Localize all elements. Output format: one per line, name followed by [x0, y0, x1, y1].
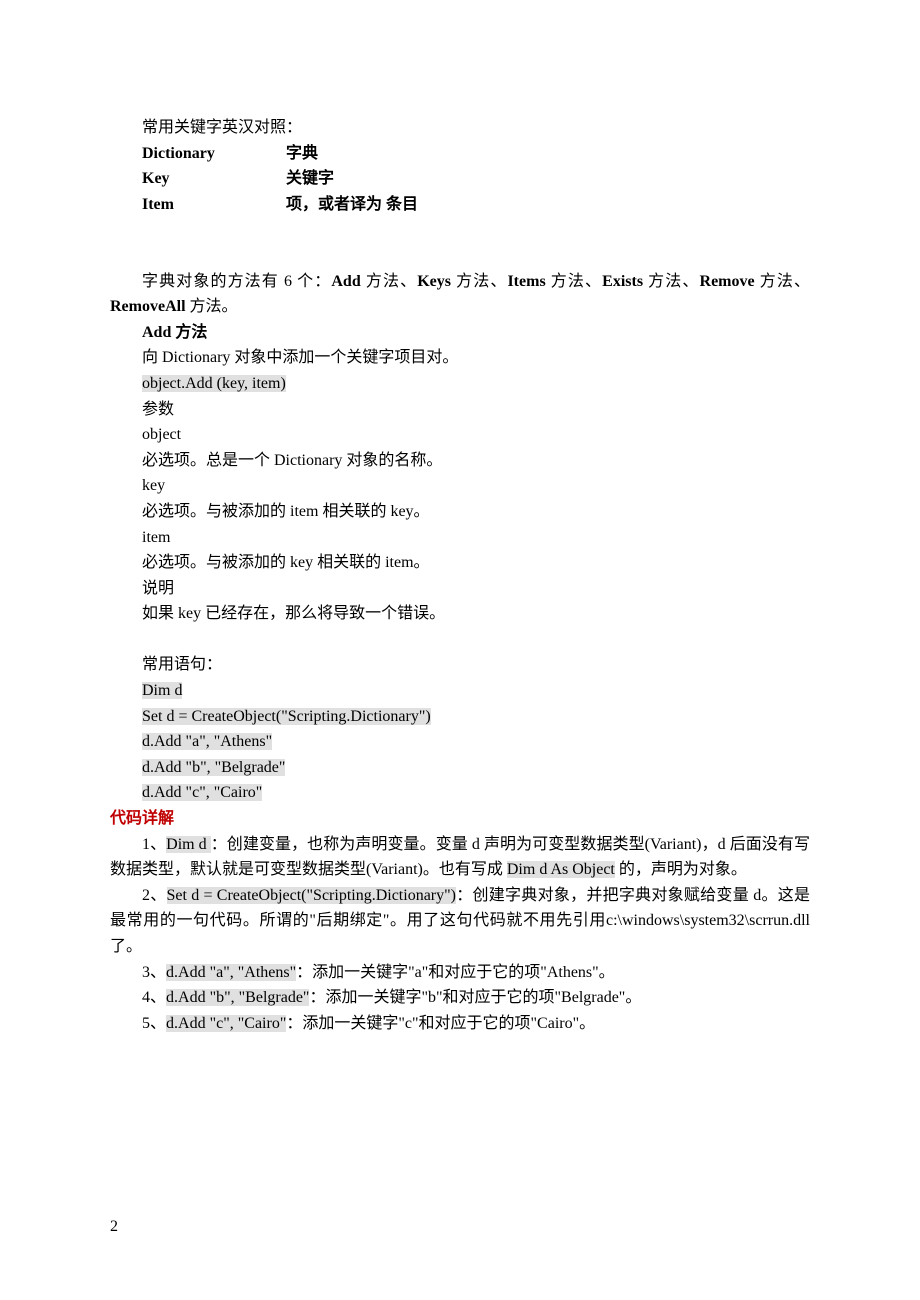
code-inline: Set d = CreateObject("Scripting.Dictiona…: [142, 708, 431, 725]
code-inline: d.Add "a", "Athens": [166, 964, 296, 981]
method-removeall: RemoveAll: [110, 298, 186, 315]
method-exists: Exists: [602, 273, 643, 290]
text: 方法。: [186, 298, 238, 315]
code-inline: object.Add (key, item): [142, 375, 286, 392]
heading-text: 代码详解: [110, 810, 174, 827]
code-inline: Dim d As Object: [507, 861, 615, 878]
param-item-label: item: [110, 525, 810, 551]
text: 方法、: [643, 273, 699, 290]
add-method-title: Add 方法: [110, 320, 810, 346]
code-line-3: d.Add "a", "Athens": [110, 729, 810, 755]
text: 字典对象的方法有 6 个：: [142, 273, 331, 290]
glossary-term: Dictionary: [142, 141, 286, 167]
glossary-row-key: Key 关键字: [110, 166, 810, 192]
detail-item-5: 5、d.Add "c", "Cairo"：添加一关键字"c"和对应于它的项"Ca…: [110, 1011, 810, 1037]
code-inline: d.Add "c", "Cairo": [166, 1015, 286, 1032]
params-label: 参数: [110, 397, 810, 423]
param-key-desc: 必选项。与被添加的 item 相关联的 key。: [110, 499, 810, 525]
code-line-2: Set d = CreateObject("Scripting.Dictiona…: [110, 704, 810, 730]
method-remove: Remove: [700, 273, 755, 290]
detail-item-2: 2、Set d = CreateObject("Scripting.Dictio…: [110, 883, 810, 960]
code-inline: d.Add "a", "Athens": [142, 733, 272, 750]
code-inline: d.Add "c", "Cairo": [142, 784, 262, 801]
param-object-label: object: [110, 422, 810, 448]
code-line-5: d.Add "c", "Cairo": [110, 780, 810, 806]
detail-heading: 代码详解: [110, 806, 810, 832]
method-items: Items: [507, 273, 545, 290]
param-item-desc: 必选项。与被添加的 key 相关联的 item。: [110, 550, 810, 576]
param-object-desc: 必选项。总是一个 Dictionary 对象的名称。: [110, 448, 810, 474]
glossary-def: 关键字: [286, 166, 334, 192]
detail-item-1: 1、Dim d ：创建变量，也称为声明变量。变量 d 声明为可变型数据类型(Va…: [110, 832, 810, 883]
text: ：添加一关键字"c"和对应于它的项"Cairo"。: [286, 1015, 595, 1032]
code-inline: d.Add "b", "Belgrade": [142, 759, 285, 776]
text: 方法、: [361, 273, 417, 290]
usage-heading: 常用语句：: [110, 652, 810, 678]
page-number: 2: [110, 1214, 118, 1240]
method-keys: Keys: [417, 273, 451, 290]
document-page: 常用关键字英汉对照： Dictionary 字典 Key 关键字 Item 项，…: [0, 0, 920, 1300]
text: 方法、: [546, 273, 602, 290]
text: ：添加一关键字"b"和对应于它的项"Belgrade"。: [309, 989, 641, 1006]
code-inline: Dim d: [142, 682, 182, 699]
glossary-term: Key: [142, 166, 286, 192]
code-line-1: Dim d: [110, 678, 810, 704]
method-add: Add: [331, 273, 360, 290]
methods-intro: 字典对象的方法有 6 个：Add 方法、Keys 方法、Items 方法、Exi…: [110, 269, 810, 320]
text: 5、: [142, 1015, 166, 1032]
glossary-def: 项，或者译为 条目: [286, 192, 418, 218]
glossary-row-dictionary: Dictionary 字典: [110, 141, 810, 167]
add-method-syntax: object.Add (key, item): [110, 371, 810, 397]
detail-item-3: 3、d.Add "a", "Athens"：添加一关键字"a"和对应于它的项"A…: [110, 960, 810, 986]
code-inline: d.Add "b", "Belgrade": [166, 989, 309, 1006]
glossary-row-item: Item 项，或者译为 条目: [110, 192, 810, 218]
code-inline: Set d = CreateObject("Scripting.Dictiona…: [167, 887, 456, 904]
text: 方法、: [451, 273, 507, 290]
text: 4、: [142, 989, 166, 1006]
glossary-def: 字典: [286, 141, 318, 167]
add-method-desc: 向 Dictionary 对象中添加一个关键字项目对。: [110, 345, 810, 371]
text: 1、: [142, 836, 166, 853]
note-desc: 如果 key 已经存在，那么将导致一个错误。: [110, 601, 810, 627]
code-line-4: d.Add "b", "Belgrade": [110, 755, 810, 781]
note-label: 说明: [110, 576, 810, 602]
detail-item-4: 4、d.Add "b", "Belgrade"：添加一关键字"b"和对应于它的项…: [110, 985, 810, 1011]
text: 的，声明为对象。: [615, 861, 747, 878]
text: 3、: [142, 964, 166, 981]
text: 方法、: [755, 273, 810, 290]
text: ：添加一关键字"a"和对应于它的项"Athens"。: [296, 964, 615, 981]
param-key-label: key: [110, 473, 810, 499]
code-inline: Dim d: [166, 836, 211, 853]
text: 2、: [142, 887, 167, 904]
glossary-term: Item: [142, 192, 286, 218]
glossary-heading: 常用关键字英汉对照：: [110, 115, 810, 141]
